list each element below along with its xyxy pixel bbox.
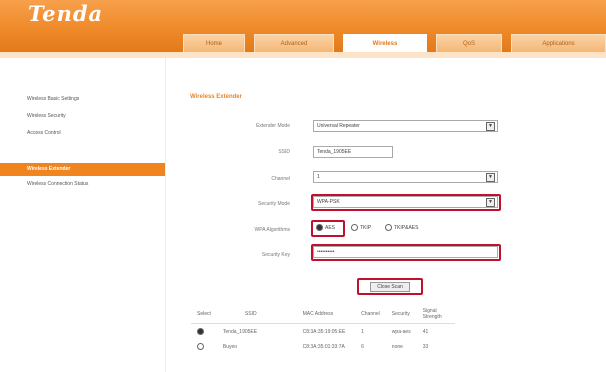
tkipaes-label: TKIP&AES: [394, 224, 419, 231]
tab-home[interactable]: Home: [183, 34, 245, 52]
scan-results-table: Select SSID MAC Address Channel Security…: [191, 305, 455, 354]
sidebar-item-connection-status[interactable]: Wireless Connection Status: [0, 179, 165, 189]
close-scan-button-highlight: Close Scan: [357, 278, 423, 295]
section-title: Wireless Extender: [190, 94, 242, 100]
ssid-cell: Buyeo: [222, 343, 238, 350]
security-cell: wpa-aes: [391, 328, 411, 335]
signal-cell: 41: [422, 328, 429, 335]
channel-cell: 6: [361, 343, 364, 350]
wpa-tkip-option[interactable]: TKIP: [351, 224, 371, 231]
mac-cell: C8:3A:35:01:33:7A: [302, 343, 345, 350]
channel-value: 1: [317, 174, 320, 180]
tab-qos[interactable]: QoS: [436, 34, 502, 52]
header: Tenda Home Advanced Wireless QoS Applica…: [0, 0, 606, 52]
wpa-algorithms-label: WPA Algorithms: [254, 227, 290, 233]
tab-applications[interactable]: Applications: [511, 34, 606, 52]
tab-advanced[interactable]: Advanced: [254, 34, 334, 52]
ssid-cell: Tenda_1905EE: [222, 328, 258, 335]
extender-mode-select[interactable]: Universal Repeater ▼: [313, 120, 498, 132]
channel-cell: 1: [361, 328, 364, 335]
aes-label: AES: [325, 224, 336, 231]
tab-wireless[interactable]: Wireless: [343, 34, 427, 52]
col-mac: MAC Address: [296, 305, 356, 324]
chevron-down-icon: ▼: [486, 122, 495, 131]
security-mode-label: Security Mode: [258, 201, 290, 207]
tkip-label: TKIP: [360, 224, 372, 231]
sidebar-item-basic-settings[interactable]: Wireless Basic Settings: [0, 94, 165, 104]
radio-tkipaes[interactable]: [385, 224, 392, 231]
chevron-down-icon: ▼: [486, 173, 495, 182]
col-channel: Channel: [355, 305, 386, 324]
wpa-aes-option[interactable]: AES: [316, 224, 335, 231]
channel-label: Channel: [271, 176, 290, 182]
select-cell[interactable]: [191, 339, 217, 354]
divider: [165, 58, 166, 372]
sidebar-item-access-control[interactable]: Access Control: [0, 128, 165, 138]
security-mode-select[interactable]: WPA-PSK ▼: [313, 196, 498, 208]
signal-cell: 33: [422, 343, 429, 350]
security-cell: none: [391, 343, 403, 350]
col-security: Security: [385, 305, 417, 324]
wpa-tkipaes-option[interactable]: TKIP&AES: [385, 224, 418, 231]
chevron-down-icon: ▼: [486, 198, 495, 207]
extender-mode-label: Extender Mode: [256, 123, 290, 129]
ssid-label: SSID: [278, 149, 290, 155]
ssid-input[interactable]: Tenda_1905EE: [313, 146, 393, 158]
security-mode-value: WPA-PSK: [317, 199, 340, 205]
sidebar-item-extender[interactable]: Wireless Extender: [0, 163, 165, 176]
extender-mode-value: Universal Repeater: [317, 123, 360, 129]
col-select: Select: [191, 305, 217, 324]
security-key-input[interactable]: ••••••••••: [313, 246, 498, 258]
sidebar: Wireless Basic Settings Wireless Securit…: [0, 58, 165, 372]
table-row[interactable]: Buyeo C8:3A:35:01:33:7A 6 none 33: [191, 339, 455, 354]
select-cell[interactable]: [191, 324, 217, 340]
security-key-label: Security Key: [261, 252, 290, 258]
sidebar-item-security[interactable]: Wireless Security: [0, 111, 165, 121]
row-radio[interactable]: [197, 328, 204, 335]
radio-aes[interactable]: [316, 224, 323, 231]
close-scan-button[interactable]: Close Scan: [370, 281, 410, 292]
col-ssid: SSID: [216, 305, 297, 324]
mac-cell: C8:3A:35:19:05:EE: [302, 328, 346, 335]
tenda-logo: Tenda: [28, 1, 104, 26]
col-signal: Signal Strength: [416, 305, 455, 324]
radio-tkip[interactable]: [351, 224, 358, 231]
table-row[interactable]: Tenda_1905EE C8:3A:35:19:05:EE 1 wpa-aes…: [191, 324, 455, 340]
channel-select[interactable]: 1 ▼: [313, 171, 498, 183]
row-radio[interactable]: [197, 343, 204, 350]
